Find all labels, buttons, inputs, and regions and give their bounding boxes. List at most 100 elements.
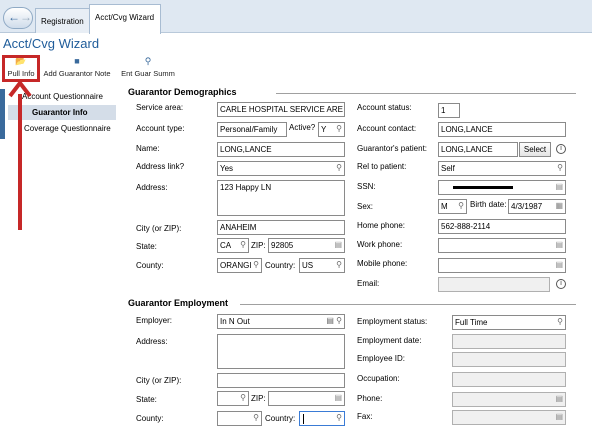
sidebar-indicator [0, 89, 5, 139]
add-guarantor-note-button[interactable]: ■ Add Guarantor Note [40, 56, 114, 78]
employer-country-field[interactable]: ⚲ [299, 411, 345, 426]
ent-guar-summ-button[interactable]: ⚲ Ent Guar Summ [117, 56, 179, 78]
search-icon[interactable]: ⚲ [336, 413, 342, 423]
info-icon[interactable]: i [556, 279, 566, 289]
service-area-field[interactable]: CARLE HOSPITAL SERVICE ARE [217, 102, 345, 117]
employer-field[interactable]: In N Out ▤ ⚲ [217, 314, 345, 329]
address-label: Address: [136, 183, 168, 192]
city-label: City (or ZIP): [136, 224, 182, 233]
employer-address-label: Address: [136, 337, 168, 346]
zip-label: ZIP: [251, 241, 266, 250]
birth-date-value: 4/3/1987 [511, 202, 543, 211]
section-heading-employment: Guarantor Employment [128, 298, 229, 308]
active-value: Y [321, 125, 327, 134]
sidebar-item-coverage-questionnaire[interactable]: Coverage Questionnaire [24, 124, 111, 133]
annotation-highlight-box [2, 55, 40, 82]
address-field[interactable]: 123 Happy LN [217, 180, 345, 216]
calendar-icon[interactable]: ▦ [555, 201, 563, 211]
account-contact-label: Account contact: [357, 124, 417, 133]
employer-zip-field[interactable]: ▤ [268, 391, 345, 406]
employment-status-field[interactable]: Full Time ⚲ [452, 315, 566, 330]
employer-phone-label: Phone: [357, 394, 383, 403]
country-field[interactable]: US ⚲ [299, 258, 345, 273]
search-icon[interactable]: ⚲ [253, 260, 259, 270]
select-button[interactable]: Select [519, 142, 551, 157]
active-field[interactable]: Y ⚲ [318, 122, 345, 137]
service-area-label: Service area: [136, 103, 184, 112]
employer-city-field[interactable] [217, 373, 345, 388]
home-phone-field[interactable]: 562-888-2114 [438, 219, 566, 234]
account-contact-field[interactable]: LONG,LANCE [438, 122, 566, 137]
employer-value: In N Out [220, 317, 250, 326]
search-icon[interactable]: ▤ ⚲ [326, 316, 342, 326]
search-icon[interactable]: ⚲ [240, 240, 246, 250]
country-label: Country: [265, 261, 296, 270]
ssn-field[interactable]: ▤ [438, 180, 566, 195]
lookup-icon[interactable]: ▤ [334, 240, 342, 250]
lookup-icon[interactable]: ▤ [334, 393, 342, 403]
name-field[interactable]: LONG,LANCE [217, 142, 345, 157]
name-label: Name: [136, 144, 160, 153]
search-icon[interactable]: ⚲ [458, 201, 464, 211]
search-icon[interactable]: ⚲ [240, 393, 246, 403]
zip-field[interactable]: 92805 ▤ [268, 238, 345, 253]
section-heading-demographics: Guarantor Demographics [128, 87, 237, 97]
tab-acct-cvg-wizard[interactable]: Acct/Cvg Wizard [89, 4, 161, 34]
sex-field[interactable]: M ⚲ [438, 199, 467, 214]
lookup-icon[interactable]: ▤ [555, 260, 563, 270]
back-forward-button[interactable]: ← → [3, 7, 33, 29]
mobile-phone-field[interactable]: ▤ [438, 258, 566, 273]
tab-label: Registration [41, 17, 84, 26]
sex-value: M [441, 202, 448, 211]
employment-date-field[interactable] [452, 334, 566, 349]
employer-phone-field[interactable]: ▤ [452, 392, 566, 407]
account-type-label: Account type: [136, 124, 185, 133]
employee-id-label: Employee ID: [357, 354, 406, 363]
lookup-icon[interactable]: ▤ [555, 240, 563, 250]
employer-fax-label: Fax: [357, 412, 373, 421]
rel-to-patient-value: Self [441, 164, 455, 173]
search-icon[interactable]: ⚲ [336, 260, 342, 270]
search-icon: ⚲ [144, 56, 152, 66]
occupation-field[interactable] [452, 372, 566, 387]
info-icon[interactable]: i [556, 144, 566, 154]
back-arrow-icon: ← [8, 10, 20, 24]
city-field[interactable]: ANAHEIM [217, 220, 345, 235]
employee-id-field[interactable] [452, 352, 566, 367]
employer-fax-field[interactable]: ▤ [452, 410, 566, 425]
employer-state-field[interactable]: ⚲ [217, 391, 249, 406]
county-value: ORANGI [220, 261, 252, 270]
tab-registration[interactable]: Registration [35, 8, 90, 33]
work-phone-label: Work phone: [357, 240, 403, 249]
guarantors-patient-field[interactable]: LONG,LANCE [438, 142, 518, 157]
employer-address-field[interactable] [217, 334, 345, 369]
email-field[interactable] [438, 277, 550, 292]
state-label: State: [136, 242, 157, 251]
employer-county-field[interactable]: ⚲ [217, 411, 262, 426]
country-value: US [302, 261, 314, 270]
account-status-field[interactable]: 1 [438, 103, 460, 118]
sidebar-item-account-questionnaire[interactable]: Account Questionnaire [22, 92, 103, 101]
folder-icon: ■ [74, 56, 80, 66]
annotation-arrow-icon [8, 80, 32, 230]
state-field[interactable]: CA ⚲ [217, 238, 249, 253]
work-phone-field[interactable]: ▤ [438, 238, 566, 253]
county-field[interactable]: ORANGI ⚲ [217, 258, 262, 273]
rel-to-patient-field[interactable]: Self ⚲ [438, 161, 566, 176]
search-icon[interactable]: ⚲ [336, 124, 342, 134]
account-type-field[interactable]: Personal/Family [217, 122, 287, 137]
lookup-icon[interactable]: ▤ [555, 394, 563, 404]
ssn-label: SSN: [357, 182, 376, 191]
state-value: CA [220, 241, 232, 250]
section-divider [276, 93, 576, 94]
lookup-icon[interactable]: ▤ [555, 412, 563, 422]
birth-date-field[interactable]: 4/3/1987 ▦ [508, 199, 566, 214]
lookup-icon[interactable]: ▤ [555, 182, 563, 192]
employer-zip-label: ZIP: [251, 394, 266, 403]
search-icon[interactable]: ⚲ [557, 317, 563, 327]
address-link-value: Yes [220, 164, 234, 173]
search-icon[interactable]: ⚲ [336, 163, 342, 173]
search-icon[interactable]: ⚲ [557, 163, 563, 173]
search-icon[interactable]: ⚲ [253, 413, 259, 423]
address-link-field[interactable]: Yes ⚲ [217, 161, 345, 176]
